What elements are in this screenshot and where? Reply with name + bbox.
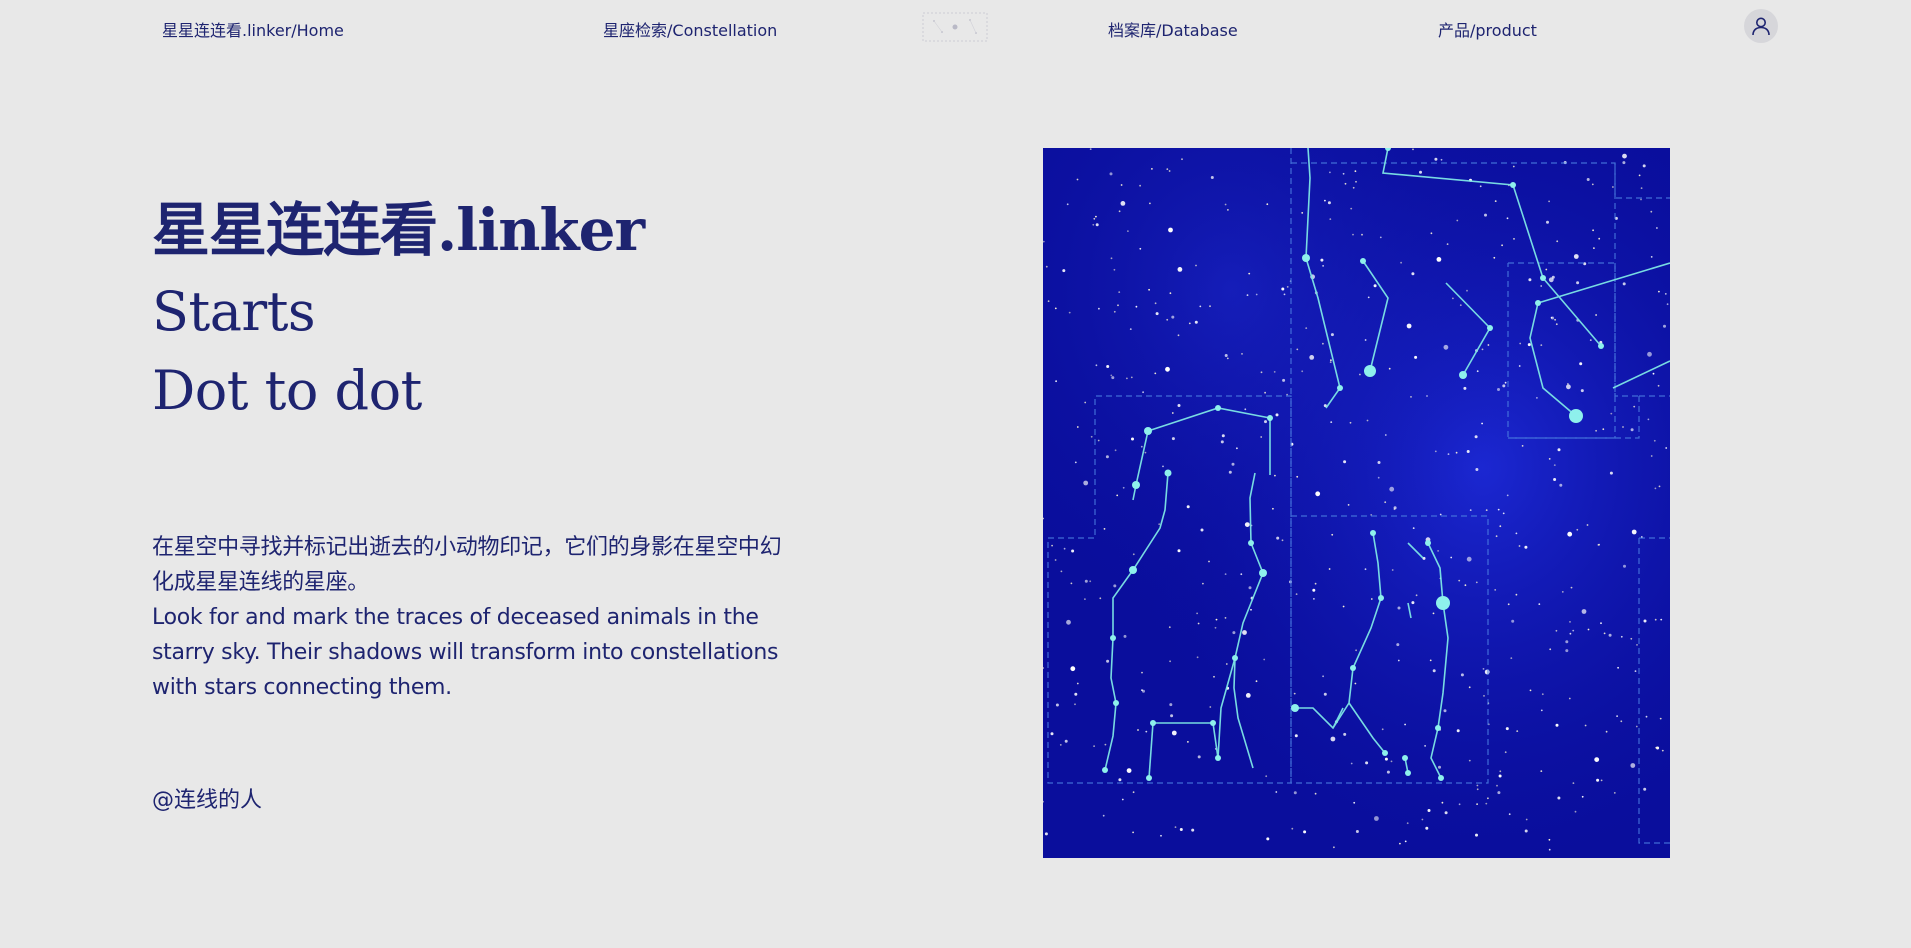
top-nav: 星星连连看.linker/Home 星座检索/Constellation 档案库… xyxy=(0,0,1911,54)
hero-subtitle-starts: Starts xyxy=(152,280,316,343)
nav-database-link[interactable]: 档案库/Database xyxy=(1108,17,1238,41)
nav-product-link[interactable]: 产品/product xyxy=(1438,17,1537,41)
nav-constellation-link[interactable]: 星座检索/Constellation xyxy=(603,17,777,41)
nav-home-link[interactable]: 星星连连看.linker/Home xyxy=(162,17,344,41)
user-avatar-button[interactable] xyxy=(1744,9,1778,43)
user-icon xyxy=(1752,17,1770,36)
hero-subtitle-dot-to-dot: Dot to dot xyxy=(152,359,422,422)
hero-title: 星星连连看.linker xyxy=(152,196,645,264)
constellation-sky-image xyxy=(1043,148,1670,858)
description-zh: 在星空中寻找并标记出逝去的小动物印记，它们的身影在星空中幻化成星星连线的星座。 xyxy=(152,535,782,595)
constellation-logo-icon[interactable] xyxy=(922,12,988,42)
author-credit: @连线的人 xyxy=(152,788,263,813)
description-en: Look for and mark the traces of deceased… xyxy=(152,605,779,700)
description: 在星空中寻找并标记出逝去的小动物印记，它们的身影在星空中幻化成星星连线的星座。 … xyxy=(152,530,782,705)
